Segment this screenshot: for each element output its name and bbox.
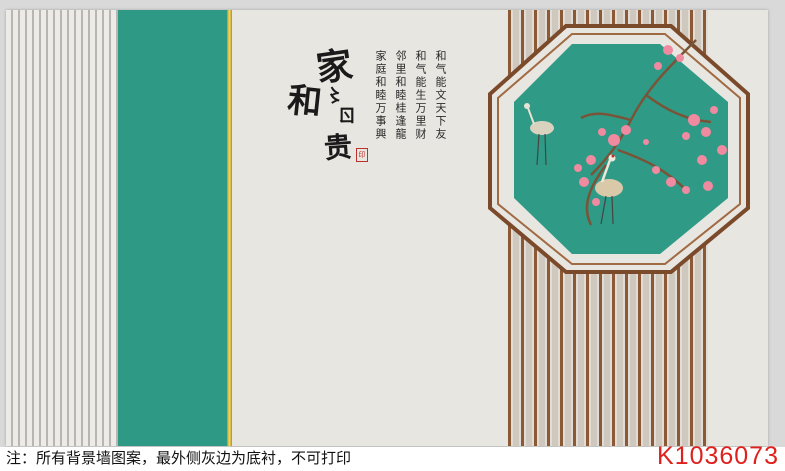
product-code: K1036073 — [656, 442, 779, 470]
octagon-window — [488, 24, 750, 274]
teal-painting — [514, 44, 728, 254]
footer-bar: 注：所有背景墙图案，最外侧灰边为底衬，不可打印 K1036073 — [0, 442, 785, 471]
print-note: 注：所有背景墙图案，最外侧灰边为底衬，不可打印 — [6, 449, 352, 467]
mural-artwork: 家 和 〻 ㄖ 贵 印 和气能文天下友 和气能生万里财 邻里和睦桂逢龍 家庭和睦… — [6, 10, 768, 446]
